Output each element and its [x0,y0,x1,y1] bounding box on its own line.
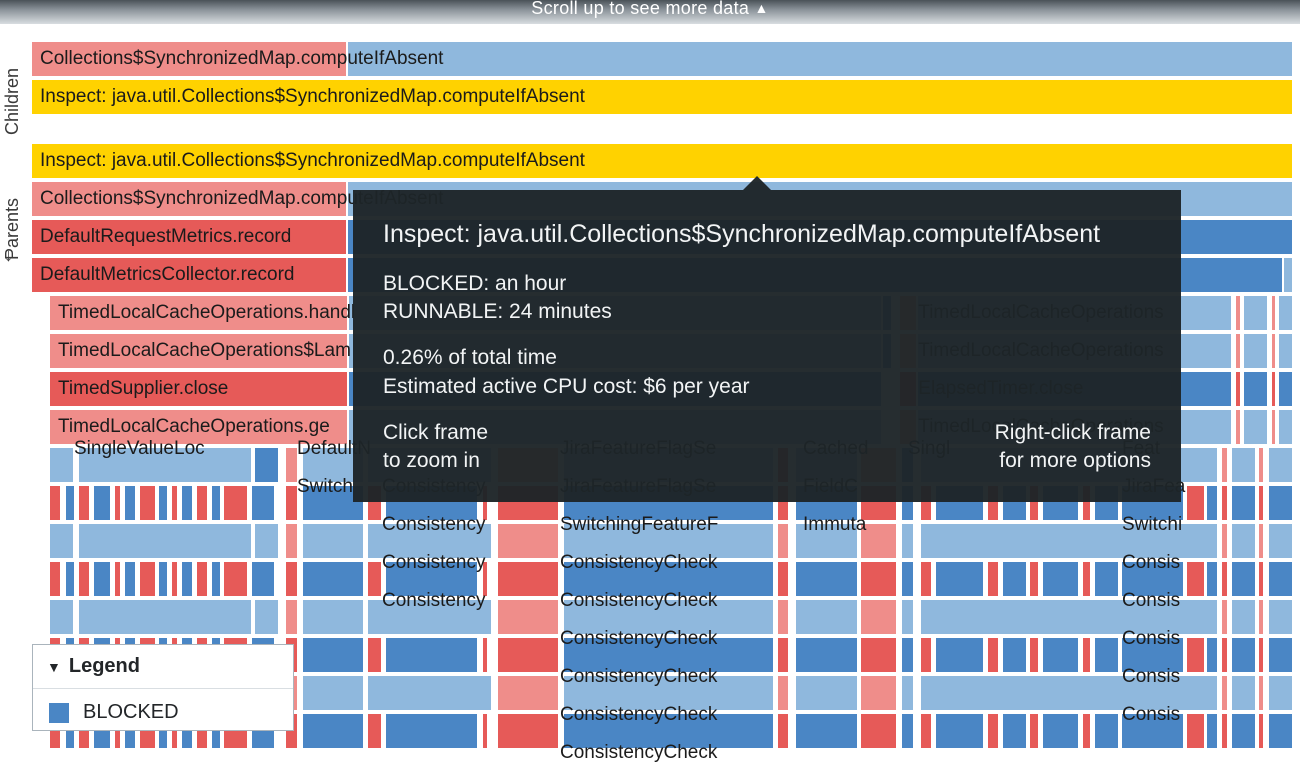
legend-swatch [49,703,69,723]
tooltip-runnable: RUNNABLE: 24 minutes [383,298,1151,326]
parents-section-label: Parents [2,150,23,260]
tooltip-percent: 0.26% of total time [383,344,1151,372]
tooltip-blocked: BLOCKED: an hour [383,270,1151,298]
legend-label: BLOCKED [83,701,179,724]
flame-frame-inspect[interactable]: Inspect: java.util.Collections$Synchroni… [32,80,1294,114]
scroll-up-hint[interactable]: Scroll up to see more data ▲ [0,0,1300,24]
frame-tooltip: Inspect: java.util.Collections$Synchroni… [353,190,1181,502]
children-section-label: Children [2,45,23,135]
tooltip-cost: Estimated active CPU cost: $6 per year [383,373,1151,401]
legend-title: Legend [69,655,140,678]
tooltip-title: Inspect: java.util.Collections$Synchroni… [383,218,1151,252]
flame-frame[interactable]: Collections$SynchronizedMap.computeIfAbs… [32,42,1294,76]
scroll-hint-text: Scroll up to see more data [531,0,749,18]
legend-toggle[interactable]: ▼ Legend [33,645,293,689]
triangle-down-icon: ▼ [47,659,61,675]
legend-panel: ▼ Legend BLOCKED [32,644,294,731]
flame-frame[interactable] [50,524,1294,558]
legend-item: BLOCKED [33,689,293,730]
tooltip-hint-left: Click frame to zoom in [383,419,488,476]
flame-frame[interactable] [50,600,1294,634]
tooltip-hint-right: Right-click frame for more options [995,419,1151,476]
flame-frame[interactable] [50,562,1294,596]
flame-frame-inspect[interactable]: Inspect: java.util.Collections$Synchroni… [32,144,1294,178]
arrow-down-icon: ↓ [4,245,13,266]
chevron-up-icon: ▲ [755,0,769,16]
